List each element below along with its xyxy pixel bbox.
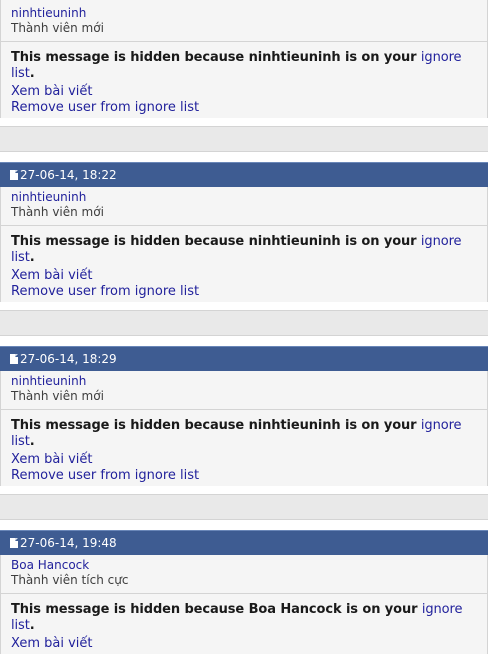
hidden-message-text: This message is hidden because ninhtieun…	[11, 234, 421, 249]
username-link[interactable]: ninhtieuninh	[11, 374, 86, 388]
message-body: This message is hidden because ninhtieun…	[0, 226, 488, 302]
post-footer	[0, 126, 488, 152]
user-info: ninhtieuninh Thành viên mới	[0, 0, 488, 42]
hidden-message-suffix: .	[29, 618, 35, 633]
document-icon	[10, 538, 18, 548]
post-header: 27-06-14, 18:29	[0, 346, 488, 371]
post: 27-06-14, 18:29 ninhtieuninh Thành viên …	[0, 346, 488, 530]
post-header: 27-06-14, 19:48	[0, 530, 488, 555]
message-body: This message is hidden because Boa Hanco…	[0, 594, 488, 654]
username-link[interactable]: Boa Hancock	[11, 558, 89, 572]
user-title: Thành viên mới	[11, 205, 104, 219]
user-title: Thành viên tích cực	[11, 573, 129, 587]
post: 27-06-14, 18:22 ninhtieuninh Thành viên …	[0, 162, 488, 346]
post: 27-06-14, 19:48 Boa Hancock Thành viên t…	[0, 530, 488, 654]
user-title: Thành viên mới	[11, 389, 104, 403]
user-title: Thành viên mới	[11, 21, 104, 35]
hidden-message-text: This message is hidden because Boa Hanco…	[11, 602, 422, 617]
username-link[interactable]: ninhtieuninh	[11, 6, 86, 20]
post-list: ninhtieuninh Thành viên mới This message…	[0, 0, 488, 654]
hidden-message-suffix: .	[29, 66, 35, 81]
hidden-message-suffix: .	[29, 434, 35, 449]
post-date: 27-06-14, 18:29	[20, 352, 117, 366]
post-footer	[0, 494, 488, 520]
message-body: This message is hidden because ninhtieun…	[0, 410, 488, 486]
username-link[interactable]: ninhtieuninh	[11, 190, 86, 204]
hidden-message-text: This message is hidden because ninhtieun…	[11, 418, 421, 433]
hidden-message: This message is hidden because Boa Hanco…	[11, 602, 477, 634]
user-info: Boa Hancock Thành viên tích cực	[0, 555, 488, 594]
hidden-message-text: This message is hidden because ninhtieun…	[11, 50, 421, 65]
post-date: 27-06-14, 18:22	[20, 168, 117, 182]
remove-from-ignore-link[interactable]: Remove user from ignore list	[11, 284, 477, 300]
view-post-link[interactable]: Xem bài viết	[11, 636, 477, 652]
message-body: This message is hidden because ninhtieun…	[0, 42, 488, 118]
post-footer	[0, 310, 488, 336]
view-post-link[interactable]: Xem bài viết	[11, 268, 477, 284]
user-info: ninhtieuninh Thành viên mới	[0, 371, 488, 410]
post-date: 27-06-14, 19:48	[20, 536, 117, 550]
hidden-message: This message is hidden because ninhtieun…	[11, 50, 477, 82]
document-icon	[10, 354, 18, 364]
document-icon	[10, 170, 18, 180]
remove-from-ignore-link[interactable]: Remove user from ignore list	[11, 468, 477, 484]
remove-from-ignore-link[interactable]: Remove user from ignore list	[11, 100, 477, 116]
hidden-message: This message is hidden because ninhtieun…	[11, 234, 477, 266]
hidden-message: This message is hidden because ninhtieun…	[11, 418, 477, 450]
user-info: ninhtieuninh Thành viên mới	[0, 187, 488, 226]
post: ninhtieuninh Thành viên mới This message…	[0, 0, 488, 162]
view-post-link[interactable]: Xem bài viết	[11, 84, 477, 100]
hidden-message-suffix: .	[29, 250, 35, 265]
view-post-link[interactable]: Xem bài viết	[11, 452, 477, 468]
post-header: 27-06-14, 18:22	[0, 162, 488, 187]
